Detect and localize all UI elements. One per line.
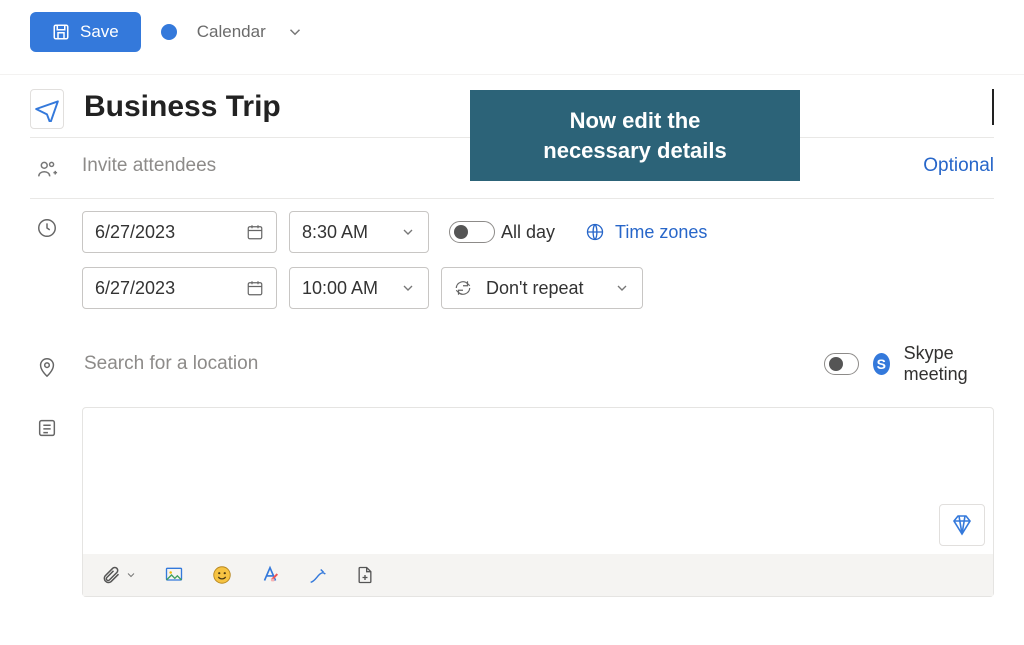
insert-page-button[interactable] [355,564,375,586]
clock-icon [36,217,58,239]
datetime-row: 6/27/2023 8:30 AM All day [30,199,994,321]
callout-line2: necessary details [482,136,788,166]
chevron-down-icon [614,280,630,296]
people-add-icon [36,158,58,180]
calendar-picker-label: Calendar [197,22,266,42]
location-icon [36,356,58,378]
chevron-down-icon [400,224,416,240]
insert-page-icon [355,564,375,586]
calendar-icon [246,279,264,297]
end-time-input[interactable]: 10:00 AM [289,267,429,309]
recurrence-select[interactable]: Don't repeat [441,267,643,309]
picture-icon [163,565,185,585]
all-day-label: All day [501,222,555,243]
calendar-picker[interactable]: Calendar [161,22,304,42]
chevron-down-icon [125,569,137,581]
repeat-icon [454,279,472,297]
optional-attendees-link[interactable]: Optional [923,155,994,177]
tutorial-callout: Now edit the necessary details [470,90,800,181]
airplane-icon [34,96,60,122]
all-day-toggle[interactable] [449,221,495,243]
globe-icon [585,222,605,242]
emoji-button[interactable] [211,564,233,586]
ink-icon [307,564,329,586]
command-bar: Save Calendar [0,0,1024,75]
attach-button[interactable] [101,565,137,585]
chevron-down-icon [286,23,304,41]
ink-button[interactable] [307,564,329,586]
callout-line1: Now edit the [482,106,788,136]
emoji-icon [211,564,233,586]
timezones-link[interactable]: Time zones [585,222,707,243]
premium-diamond-button[interactable] [939,504,985,546]
clear-format-button[interactable] [259,564,281,586]
skype-toggle[interactable] [824,353,859,375]
insert-picture-button[interactable] [163,565,185,585]
attachment-icon [101,565,121,585]
event-type-icon-button[interactable] [30,89,64,129]
calendar-color-dot [161,24,177,40]
diamond-icon [950,513,974,537]
calendar-icon [246,223,264,241]
save-icon [52,23,70,41]
location-row: S Skype meeting [30,321,994,395]
description-editor[interactable] [82,407,994,597]
start-time-input[interactable]: 8:30 AM [289,211,429,253]
description-row [30,395,994,609]
skype-label: Skype meeting [904,343,994,385]
start-date-input[interactable]: 6/27/2023 [82,211,277,253]
save-button[interactable]: Save [30,12,141,52]
save-button-label: Save [80,22,119,42]
attendees-placeholder[interactable]: Invite attendees [82,155,216,177]
chevron-down-icon [400,280,416,296]
location-input[interactable] [82,352,806,376]
font-clear-icon [259,564,281,586]
editor-toolbar [83,554,993,596]
description-icon [36,417,58,439]
end-date-input[interactable]: 6/27/2023 [82,267,277,309]
skype-icon: S [873,353,890,375]
